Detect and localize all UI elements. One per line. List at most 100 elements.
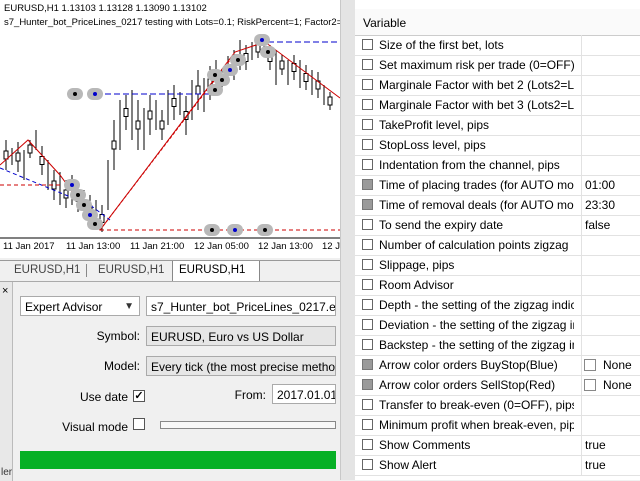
close-icon[interactable]: × (2, 285, 8, 297)
row-checkbox[interactable] (362, 99, 373, 110)
variable-value[interactable]: true (585, 458, 606, 472)
row-checkbox[interactable] (362, 39, 373, 50)
variable-name: Room Advisor (379, 278, 454, 292)
input-row[interactable]: Deviation - the setting of the zigzag in… (355, 315, 640, 336)
trade-arrow (236, 58, 240, 62)
row-checkbox[interactable] (362, 439, 373, 450)
row-checkbox[interactable] (362, 419, 373, 430)
input-row[interactable]: Time of removal deals (for AUTO mode) 23:… (355, 195, 640, 216)
input-row[interactable]: Slippage, pips (355, 255, 640, 276)
row-checkbox[interactable] (362, 379, 373, 390)
row-checkbox[interactable] (362, 79, 373, 90)
input-row[interactable]: To send the expiry date false (355, 215, 640, 236)
use-date-checkbox[interactable]: ✓ (133, 390, 145, 402)
expert-file-select[interactable]: s7_Hunter_bot_PriceLines_0217.ex4 (146, 296, 336, 316)
price-chart[interactable]: EURUSD,H1 1.13103 1.13128 1.13090 1.1310… (0, 0, 340, 258)
tester-side-strip: × ler (0, 282, 13, 481)
input-row[interactable]: Show Comments true (355, 435, 640, 456)
row-checkbox[interactable] (362, 399, 373, 410)
grid-header: Variable (355, 9, 640, 36)
variable-value[interactable]: true (585, 438, 606, 452)
column-divider (581, 335, 582, 355)
column-divider (581, 35, 582, 55)
input-row[interactable]: Room Advisor (355, 275, 640, 296)
row-checkbox[interactable] (362, 239, 373, 250)
trade-arrow (213, 88, 217, 92)
input-row[interactable]: Marginale Factor with bet 2 (Lots2=Lots.… (355, 75, 640, 96)
input-row[interactable]: Time of placing trades (for AUTO mode) 01… (355, 175, 640, 196)
model-select[interactable]: Every tick (the most precise method bas (146, 356, 336, 376)
row-checkbox[interactable] (362, 339, 373, 350)
input-row[interactable]: Show Alert true (355, 455, 640, 476)
color-swatch[interactable] (584, 379, 596, 391)
variable-name: Deviation - the setting of the zigzag in… (379, 318, 574, 332)
column-divider (581, 275, 582, 295)
input-row[interactable]: Number of calculation points zigzag (355, 235, 640, 256)
variable-value[interactable]: 23:30 (585, 198, 615, 212)
input-row[interactable]: TakeProfit level, pips (355, 115, 640, 136)
input-row[interactable]: Arrow color orders BuyStop(Blue) None (355, 355, 640, 376)
row-checkbox[interactable] (362, 259, 373, 270)
input-row[interactable]: Backstep - the setting of the zigzag ind… (355, 335, 640, 356)
variable-name: Indentation from the channel, pips (379, 158, 560, 172)
tab-eurusd-h1-1[interactable]: EURUSD,H1 (8, 261, 86, 280)
row-checkbox[interactable] (362, 139, 373, 150)
variable-name: Backstep - the setting of the zigzag ind… (379, 338, 574, 352)
symbol-select[interactable]: EURUSD, Euro vs US Dollar (146, 326, 336, 346)
input-row[interactable]: Marginale Factor with bet 3 (Lots2=Lots.… (355, 95, 640, 116)
symbol-value: EURUSD, Euro vs US Dollar (151, 330, 304, 344)
row-checkbox[interactable] (362, 199, 373, 210)
model-label: Model: (103, 359, 140, 373)
input-row[interactable]: Minimum profit when break-even, pips (355, 415, 640, 436)
variable-name: Time of removal deals (for AUTO mode) (379, 198, 574, 212)
chart-subtitle: s7_Hunter_bot_PriceLines_0217 testing wi… (4, 17, 340, 28)
variable-name: Show Comments (379, 438, 471, 452)
row-checkbox[interactable] (362, 159, 373, 170)
input-row[interactable]: Size of the first bet, lots (355, 35, 640, 56)
candle-body (147, 110, 153, 120)
input-row[interactable]: Transfer to break-even (0=OFF), pips (355, 395, 640, 416)
row-checkbox[interactable] (362, 119, 373, 130)
variable-value[interactable]: None (603, 358, 632, 372)
tab-eurusd-h1-active[interactable]: EURUSD,H1 (172, 261, 260, 282)
color-swatch[interactable] (584, 359, 596, 371)
variable-name: Time of placing trades (for AUTO mode) (379, 178, 574, 192)
trade-arrow (220, 78, 224, 82)
visual-speed-slider[interactable] (160, 421, 336, 429)
variable-value[interactable]: 01:00 (585, 178, 615, 192)
column-divider (581, 435, 582, 455)
row-checkbox[interactable] (362, 179, 373, 190)
visual-mode-checkbox[interactable] (133, 418, 145, 430)
row-checkbox[interactable] (362, 299, 373, 310)
trade-arrow (213, 73, 217, 77)
row-checkbox[interactable] (362, 219, 373, 230)
row-checkbox[interactable] (362, 59, 373, 70)
candle-body (171, 98, 177, 107)
variable-value[interactable]: None (603, 378, 632, 392)
tab-separator (86, 264, 87, 277)
input-row[interactable]: StopLoss level, pips (355, 135, 640, 156)
panel-splitter[interactable] (340, 0, 356, 480)
column-divider (581, 115, 582, 135)
model-value: Every tick (the most precise method bas (151, 360, 336, 374)
variable-name: Show Alert (379, 458, 437, 472)
row-checkbox[interactable] (362, 459, 373, 470)
row-checkbox[interactable] (362, 359, 373, 370)
use-date-label: Use date (79, 390, 128, 404)
variable-name: Transfer to break-even (0=OFF), pips (379, 398, 574, 412)
column-divider (581, 215, 582, 235)
row-checkbox[interactable] (362, 319, 373, 330)
from-date-input[interactable]: 2017.01.01 (272, 384, 336, 404)
chart-title: EURUSD,H1 1.13103 1.13128 1.13090 1.1310… (4, 3, 207, 14)
variable-value[interactable]: false (585, 218, 610, 232)
row-checkbox[interactable] (362, 279, 373, 290)
input-row[interactable]: Depth - the setting of the zigzag indica… (355, 295, 640, 316)
expert-type-select[interactable]: Expert Advisor ▼ (20, 296, 140, 316)
time-label: 11 Jan 13:00 (66, 241, 121, 252)
input-row[interactable]: Set maximum risk per trade (0=OFF) (355, 55, 640, 76)
tab-eurusd-h1-2[interactable]: EURUSD,H1 (92, 261, 170, 280)
inputs-grid: Variable Size of the first bet, lots Set … (355, 0, 640, 480)
input-row[interactable]: Indentation from the channel, pips (355, 155, 640, 176)
input-row[interactable]: Arrow color orders SellStop(Red) None (355, 375, 640, 396)
variable-name: Size of the first bet, lots (379, 38, 504, 52)
